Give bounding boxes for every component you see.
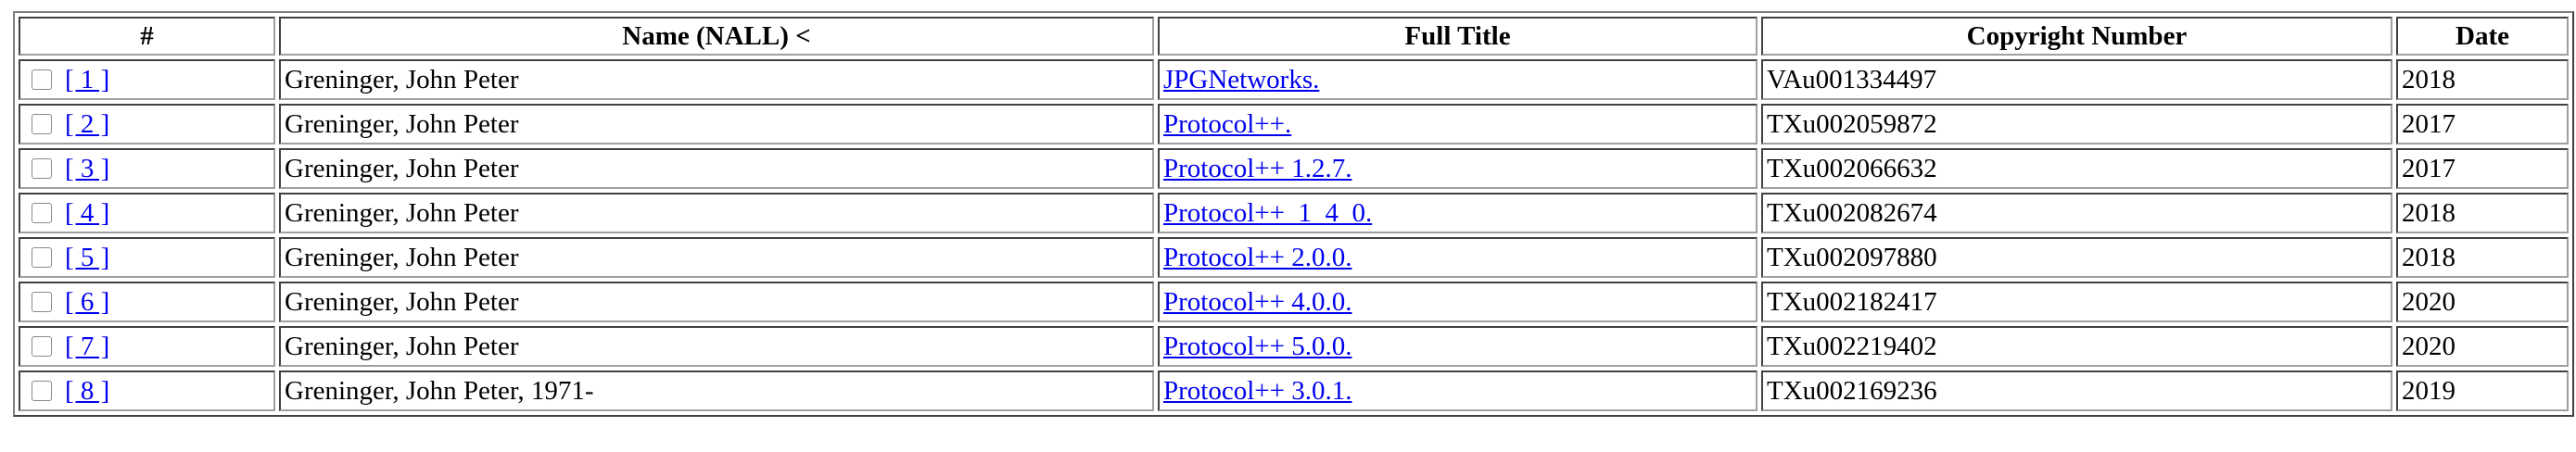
date-cell: 2020 xyxy=(2396,282,2569,322)
date-cell: 2019 xyxy=(2396,370,2569,411)
row-number-cell: [ 1 ] xyxy=(19,59,275,100)
title-cell: Protocol++. xyxy=(1158,104,1758,144)
row-select-checkbox[interactable] xyxy=(32,114,52,134)
record-number-link[interactable]: [ 8 ] xyxy=(65,377,109,405)
copyright-cell: TXu002219402 xyxy=(1761,326,2392,367)
name-cell: Greninger, John Peter xyxy=(279,104,1154,144)
title-link[interactable]: Protocol++ 2.0.0. xyxy=(1163,243,1351,272)
date-cell: 2018 xyxy=(2396,59,2569,100)
date-cell: 2018 xyxy=(2396,193,2569,233)
name-cell: Greninger, John Peter xyxy=(279,237,1154,278)
table-row: [ 1 ] Greninger, John Peter JPGNetworks.… xyxy=(19,59,2569,100)
title-cell: Protocol++ 1.2.7. xyxy=(1158,148,1758,189)
name-cell: Greninger, John Peter xyxy=(279,193,1154,233)
row-number-cell: [ 7 ] xyxy=(19,326,275,367)
header-copyright-number: Copyright Number xyxy=(1761,17,2392,56)
row-number-cell: [ 6 ] xyxy=(19,282,275,322)
row-select-checkbox[interactable] xyxy=(32,203,52,223)
title-link[interactable]: Protocol++ 1.2.7. xyxy=(1163,154,1351,183)
title-cell: JPGNetworks. xyxy=(1158,59,1758,100)
title-link[interactable]: Protocol++. xyxy=(1163,109,1291,139)
row-number-cell: [ 3 ] xyxy=(19,148,275,189)
results-container: # Name (NALL) < Full Title Copyright Num… xyxy=(0,0,2576,417)
name-cell: Greninger, John Peter xyxy=(279,326,1154,367)
copyright-cell: TXu002182417 xyxy=(1761,282,2392,322)
row-number-cell: [ 5 ] xyxy=(19,237,275,278)
header-full-title: Full Title xyxy=(1158,17,1758,56)
title-link[interactable]: Protocol++ 3.0.1. xyxy=(1163,376,1351,406)
table-row: [ 6 ] Greninger, John Peter Protocol++ 4… xyxy=(19,282,2569,322)
table-row: [ 3 ] Greninger, John Peter Protocol++ 1… xyxy=(19,148,2569,189)
date-cell: 2017 xyxy=(2396,148,2569,189)
record-number-link[interactable]: [ 6 ] xyxy=(65,288,109,316)
row-number-cell: [ 4 ] xyxy=(19,193,275,233)
record-number-link[interactable]: [ 2 ] xyxy=(65,110,109,138)
copyright-cell: TXu002082674 xyxy=(1761,193,2392,233)
header-name-sort[interactable]: Name (NALL) < xyxy=(279,17,1154,56)
copyright-cell: TXu002097880 xyxy=(1761,237,2392,278)
title-cell: Protocol++ 3.0.1. xyxy=(1158,370,1758,411)
record-number-link[interactable]: [ 5 ] xyxy=(65,244,109,271)
date-cell: 2020 xyxy=(2396,326,2569,367)
results-table: # Name (NALL) < Full Title Copyright Num… xyxy=(13,11,2574,417)
copyright-cell: VAu001334497 xyxy=(1761,59,2392,100)
table-row: [ 4 ] Greninger, John Peter Protocol++_1… xyxy=(19,193,2569,233)
copyright-cell: TXu002066632 xyxy=(1761,148,2392,189)
table-row: [ 5 ] Greninger, John Peter Protocol++ 2… xyxy=(19,237,2569,278)
date-cell: 2018 xyxy=(2396,237,2569,278)
copyright-cell: TXu002059872 xyxy=(1761,104,2392,144)
row-number-cell: [ 2 ] xyxy=(19,104,275,144)
copyright-cell: TXu002169236 xyxy=(1761,370,2392,411)
record-number-link[interactable]: [ 7 ] xyxy=(65,333,109,360)
title-cell: Protocol++ 2.0.0. xyxy=(1158,237,1758,278)
record-number-link[interactable]: [ 4 ] xyxy=(65,199,109,227)
row-select-checkbox[interactable] xyxy=(32,247,52,268)
header-num: # xyxy=(19,17,275,56)
name-cell: Greninger, John Peter, 1971- xyxy=(279,370,1154,411)
row-number-cell: [ 8 ] xyxy=(19,370,275,411)
title-link[interactable]: Protocol++_1_4_0. xyxy=(1163,198,1372,228)
row-select-checkbox[interactable] xyxy=(32,69,52,90)
table-row: [ 8 ] Greninger, John Peter, 1971- Proto… xyxy=(19,370,2569,411)
title-cell: Protocol++_1_4_0. xyxy=(1158,193,1758,233)
name-cell: Greninger, John Peter xyxy=(279,282,1154,322)
title-cell: Protocol++ 4.0.0. xyxy=(1158,282,1758,322)
row-select-checkbox[interactable] xyxy=(32,336,52,357)
table-row: [ 2 ] Greninger, John Peter Protocol++. … xyxy=(19,104,2569,144)
header-date: Date xyxy=(2396,17,2569,56)
row-select-checkbox[interactable] xyxy=(32,292,52,312)
row-select-checkbox[interactable] xyxy=(32,158,52,179)
record-number-link[interactable]: [ 3 ] xyxy=(65,155,109,182)
title-link[interactable]: JPGNetworks. xyxy=(1163,65,1319,94)
title-link[interactable]: Protocol++ 4.0.0. xyxy=(1163,287,1351,317)
title-link[interactable]: Protocol++ 5.0.0. xyxy=(1163,332,1351,361)
name-cell: Greninger, John Peter xyxy=(279,59,1154,100)
record-number-link[interactable]: [ 1 ] xyxy=(65,66,109,94)
row-select-checkbox[interactable] xyxy=(32,381,52,401)
title-cell: Protocol++ 5.0.0. xyxy=(1158,326,1758,367)
name-cell: Greninger, John Peter xyxy=(279,148,1154,189)
header-row: # Name (NALL) < Full Title Copyright Num… xyxy=(19,17,2569,56)
table-row: [ 7 ] Greninger, John Peter Protocol++ 5… xyxy=(19,326,2569,367)
date-cell: 2017 xyxy=(2396,104,2569,144)
